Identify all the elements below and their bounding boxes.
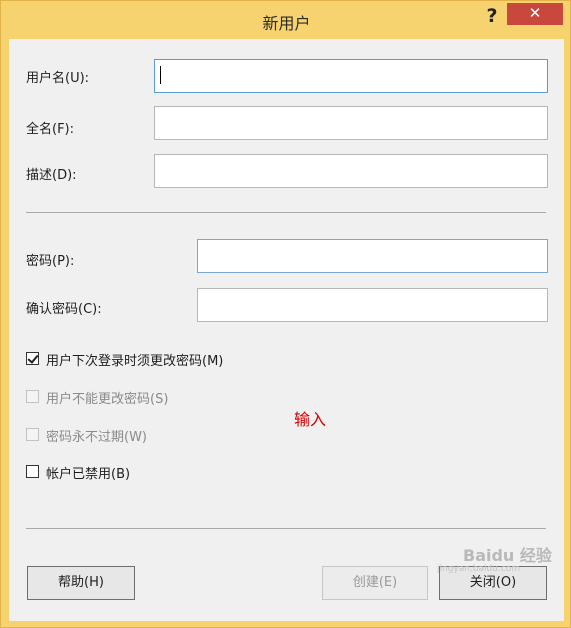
cannot-change-password-label: 用户不能更改密码(S) [46, 392, 169, 407]
fullname-label: 全名(F): [26, 122, 75, 137]
username-field[interactable] [154, 59, 548, 93]
baidu-watermark-url: jingyan.baidu.com [437, 564, 521, 574]
divider-bottom [26, 528, 546, 529]
fullname-field[interactable] [154, 106, 548, 140]
description-field[interactable] [154, 154, 548, 188]
checkmark-icon [27, 352, 39, 364]
divider-top [26, 212, 546, 213]
password-never-expires-label: 密码永不过期(W) [46, 430, 147, 445]
account-disabled-checkbox[interactable] [26, 465, 39, 478]
cannot-change-password-checkbox[interactable] [26, 390, 39, 403]
create-button[interactable]: 创建(E) [322, 566, 428, 600]
input-annotation: 输入 [294, 410, 327, 429]
new-user-dialog: 新用户 ? ✕ 用户名(U): 全名(F): 描述(D): 密码(P): 确认密… [0, 0, 571, 628]
confirm-password-label: 确认密码(C): [26, 302, 102, 317]
password-field[interactable] [197, 239, 548, 273]
description-label: 描述(D): [26, 168, 77, 183]
username-label: 用户名(U): [26, 71, 90, 86]
dialog-body: 用户名(U): 全名(F): 描述(D): 密码(P): 确认密码(C): 用户… [9, 39, 564, 621]
must-change-password-label: 用户下次登录时须更改密码(M) [46, 354, 224, 369]
close-window-button[interactable]: ✕ [507, 3, 563, 25]
text-caret [160, 66, 161, 84]
account-disabled-label: 帐户已禁用(B) [46, 467, 131, 482]
password-label: 密码(P): [26, 254, 75, 269]
password-never-expires-checkbox[interactable] [26, 428, 39, 441]
confirm-password-field[interactable] [197, 288, 548, 322]
help-button[interactable]: 帮助(H) [27, 566, 135, 600]
baidu-watermark: Baidu 经验 [463, 546, 552, 565]
help-icon[interactable]: ? [479, 3, 505, 29]
must-change-password-checkbox[interactable] [26, 352, 39, 365]
title-bar: 新用户 ? ✕ [1, 1, 571, 39]
